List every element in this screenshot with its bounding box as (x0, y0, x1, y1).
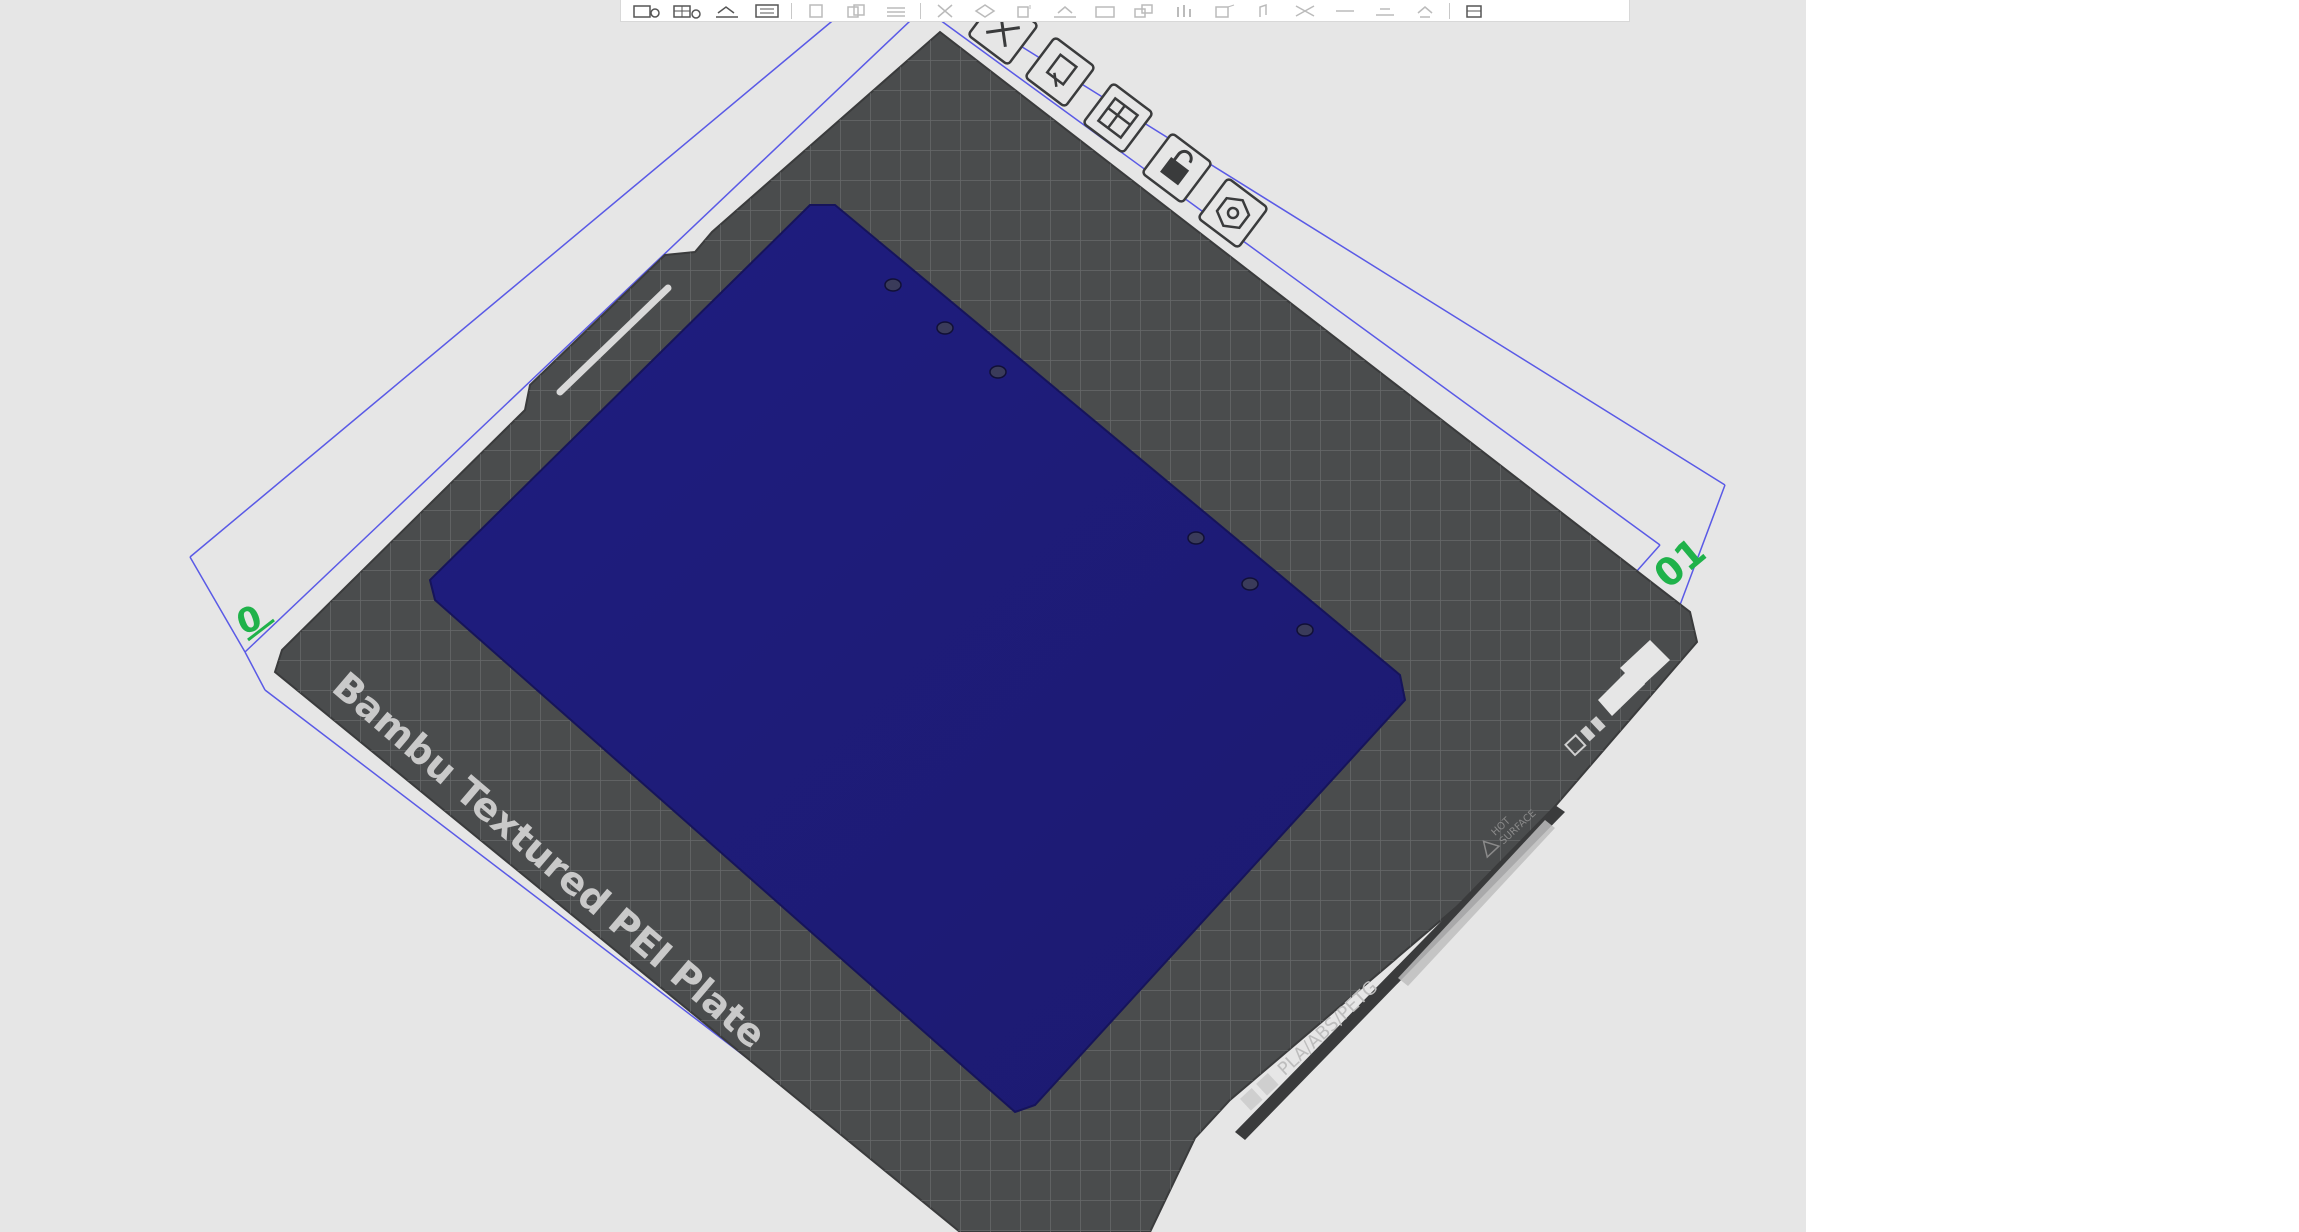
cut-icon[interactable] (1085, 1, 1125, 21)
mesh-boolean-icon[interactable] (1125, 1, 1165, 21)
lay-on-face-icon[interactable] (1045, 1, 1085, 21)
support-paint-icon[interactable] (1165, 1, 1205, 21)
copy-icon[interactable] (796, 1, 836, 21)
3d-viewport[interactable]: Bambu Textured PEI Plate PLA/ABS/PETG HO… (0, 0, 1806, 1232)
side-panel (1806, 0, 2299, 1232)
pick-icon[interactable] (1025, 37, 1095, 107)
scale-icon[interactable] (1005, 1, 1045, 21)
origin-axis-marker: 0 (231, 598, 275, 643)
arrange-plate-icon[interactable] (1083, 83, 1153, 153)
toolbar-separator (920, 2, 921, 19)
settings-icon[interactable] (1198, 178, 1268, 248)
arrange-icon[interactable] (667, 1, 707, 21)
move-icon[interactable] (925, 1, 965, 21)
seam-paint-icon[interactable] (1205, 1, 1245, 21)
lock-icon[interactable] (1142, 133, 1212, 203)
assembly-icon[interactable] (1365, 1, 1405, 21)
color-paint-icon[interactable] (1245, 1, 1285, 21)
export-icon[interactable] (1405, 1, 1445, 21)
text-icon[interactable] (1285, 1, 1325, 21)
toolbar-separator (1449, 2, 1450, 19)
add-plate-icon[interactable] (627, 1, 667, 21)
toolbar-separator (791, 2, 792, 19)
rotate-icon[interactable] (965, 1, 1005, 21)
paste-icon[interactable] (836, 1, 876, 21)
view-icon[interactable] (1454, 1, 1494, 21)
measure-icon[interactable] (1325, 1, 1365, 21)
orient-icon[interactable] (707, 1, 747, 21)
split-icon[interactable] (747, 1, 787, 21)
top-toolbar (620, 0, 1630, 22)
layers-icon[interactable] (876, 1, 916, 21)
plate-scene[interactable]: Bambu Textured PEI Plate PLA/ABS/PETG HO… (0, 0, 1806, 1232)
